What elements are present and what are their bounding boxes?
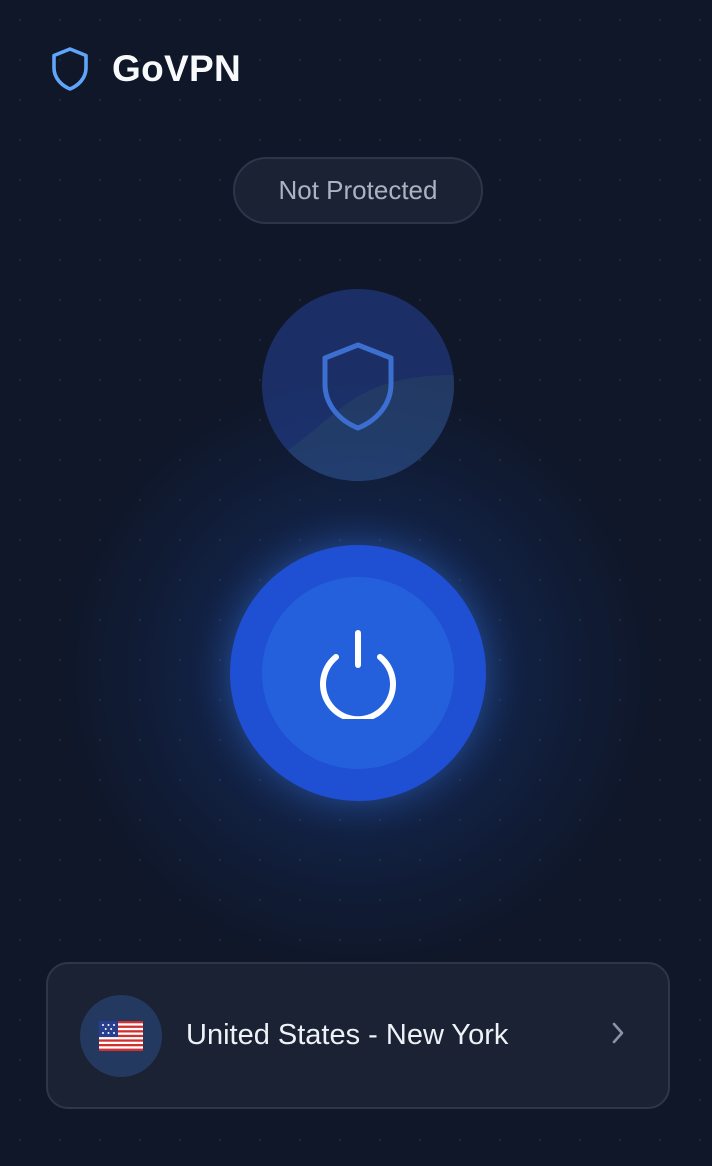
location-selector[interactable]: United States - New York	[46, 962, 670, 1109]
power-button-inner	[262, 577, 454, 769]
status-badge: Not Protected	[233, 157, 483, 224]
location-label: United States - New York	[186, 1019, 509, 1051]
us-flag-icon	[99, 1020, 143, 1051]
app-header: GoVPN	[50, 44, 241, 94]
flag-container	[80, 994, 162, 1077]
chevron-right-icon	[610, 1021, 626, 1050]
app-title: GoVPN	[112, 48, 241, 89]
power-icon	[320, 630, 396, 719]
connect-power-button[interactable]	[230, 545, 486, 801]
shield-logo-icon	[50, 46, 90, 92]
status-label: Not Protected	[278, 175, 438, 205]
